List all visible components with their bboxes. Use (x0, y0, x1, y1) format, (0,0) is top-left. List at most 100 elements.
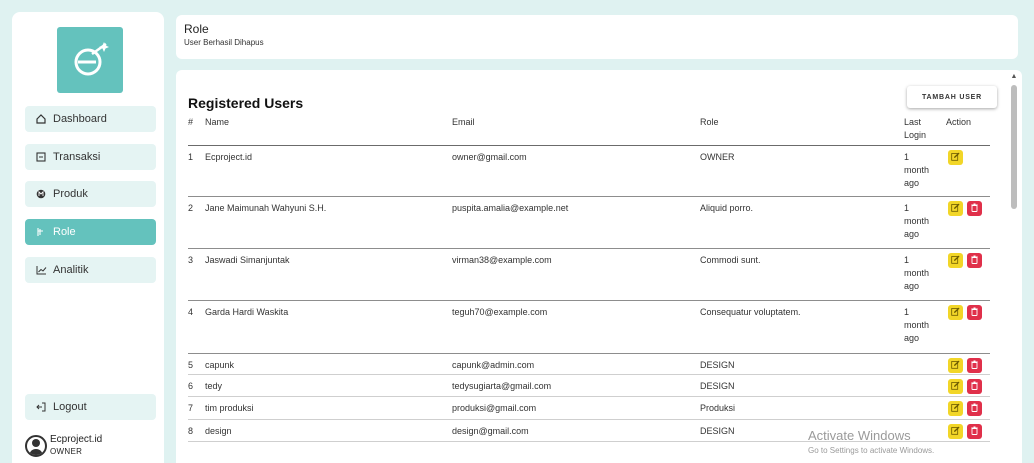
scrollbar-thumb[interactable] (1011, 85, 1017, 209)
sidebar-item-label: Transaksi (53, 151, 101, 163)
column-header-name: Name (205, 117, 230, 127)
logout-icon (34, 402, 48, 412)
email-cell: virman38@example.com (452, 255, 552, 265)
row-actions (948, 401, 982, 416)
email-cell: owner@gmail.com (452, 152, 527, 162)
table-row: 6 tedy tedysugiarta@gmail.com DESIGN (188, 375, 990, 397)
edit-button[interactable] (948, 401, 963, 416)
edit-icon (951, 152, 960, 163)
scroll-up-icon[interactable]: ▲ (1010, 73, 1018, 81)
edit-button[interactable] (948, 305, 963, 320)
role-cell: Consequatur voluptatem. (700, 307, 801, 317)
row-number: 1 (188, 152, 194, 162)
trash-icon (970, 360, 979, 371)
column-header-email: Email (452, 117, 475, 127)
column-header-action: Action (946, 117, 972, 127)
edit-button[interactable] (948, 379, 963, 394)
home-icon (34, 114, 48, 124)
sidebar-item-label: Role (53, 226, 76, 238)
sidebar-item-role[interactable]: Role (25, 219, 156, 245)
row-number: 8 (188, 426, 194, 436)
delete-button[interactable] (967, 305, 982, 320)
section-title: Registered Users (188, 95, 304, 111)
delete-button[interactable] (967, 358, 982, 373)
row-number: 6 (188, 381, 194, 391)
edit-icon (951, 403, 960, 414)
scrollbar[interactable]: ▲ (1010, 73, 1018, 463)
role-cell: DESIGN (700, 426, 735, 436)
edit-button[interactable] (948, 424, 963, 439)
email-cell: puspita.amalia@example.net (452, 203, 569, 213)
row-actions (948, 201, 982, 216)
row-number: 2 (188, 203, 194, 213)
sidebar-item-label: Analitik (53, 264, 89, 276)
edit-icon (951, 255, 960, 266)
edit-icon (951, 381, 960, 392)
logo-mark-icon (74, 42, 109, 76)
role-cell: OWNER (700, 152, 735, 162)
delete-button[interactable] (967, 424, 982, 439)
trash-icon (970, 426, 979, 437)
edit-icon (951, 203, 960, 214)
delete-button[interactable] (967, 201, 982, 216)
sidebar-item-analitik[interactable]: Analitik (25, 257, 156, 283)
sidebar-item-transaksi[interactable]: Transaksi (25, 144, 156, 170)
column-header-role: Role (700, 117, 719, 127)
role-cell: Produksi (700, 403, 736, 413)
edit-icon (951, 307, 960, 318)
role-cell: Commodi sunt. (700, 255, 761, 265)
edit-button[interactable] (948, 150, 963, 165)
last-login-cell: 1 month ago (904, 152, 930, 188)
last-login-cell: 1 month ago (904, 307, 930, 343)
row-number: 5 (188, 360, 194, 370)
user-name-cell: tim produksi (205, 403, 254, 413)
row-actions (948, 379, 982, 394)
sidebar-item-produk[interactable]: Produk (25, 181, 156, 207)
last-login-cell: 1 month ago (904, 203, 930, 239)
email-cell: capunk@admin.com (452, 360, 535, 370)
user-name-cell: Jane Maimunah Wahyuni S.H. (205, 203, 327, 213)
table-row: 5 capunk capunk@admin.com DESIGN (188, 354, 990, 375)
trash-icon (970, 403, 979, 414)
edit-button[interactable] (948, 358, 963, 373)
logout-label: Logout (53, 401, 87, 413)
row-actions (948, 424, 982, 439)
edit-button[interactable] (948, 201, 963, 216)
users-card: ▲ Registered Users TAMBAH USER # Name Em… (176, 70, 1022, 463)
row-actions (948, 150, 963, 165)
sidebar: Dashboard Transaksi Produk Role Analitik… (12, 12, 164, 463)
last-login-cell: 1 month ago (904, 255, 930, 291)
user-name-cell: Ecproject.id (205, 152, 253, 162)
email-cell: tedysugiarta@gmail.com (452, 381, 552, 391)
email-cell: produksi@gmail.com (452, 403, 537, 413)
app-logo[interactable] (57, 27, 123, 93)
delete-button[interactable] (967, 401, 982, 416)
role-icon (34, 227, 48, 237)
table-row: 3 Jaswadi Simanjuntak virman38@example.com… (188, 249, 990, 301)
sidebar-item-dashboard[interactable]: Dashboard (25, 106, 156, 132)
page-title: Role (184, 22, 209, 36)
add-user-button[interactable]: TAMBAH USER (907, 86, 997, 108)
user-role: OWNER (50, 447, 83, 456)
watermark-subtitle: Go to Settings to activate Windows. (808, 446, 935, 455)
flash-message: User Berhasil Dihapus (184, 38, 264, 47)
row-actions (948, 253, 982, 268)
role-cell: DESIGN (700, 360, 735, 370)
edit-icon (951, 360, 960, 371)
delete-button[interactable] (967, 253, 982, 268)
watermark-title: Activate Windows (808, 428, 911, 443)
activation-watermark: Activate Windows Go to Settings to activ… (808, 428, 934, 455)
row-number: 3 (188, 255, 194, 265)
trash-icon (970, 203, 979, 214)
sidebar-item-label: Dashboard (53, 113, 107, 125)
row-actions (948, 305, 982, 320)
user-name-cell: Garda Hardi Waskita (205, 307, 289, 317)
product-icon (34, 189, 48, 199)
role-cell: Aliquid porro. (700, 203, 754, 213)
column-header-num: # (188, 117, 194, 127)
edit-button[interactable] (948, 253, 963, 268)
user-profile[interactable]: Ecproject.id OWNER (25, 432, 156, 463)
edit-icon (951, 426, 960, 437)
delete-button[interactable] (967, 379, 982, 394)
logout-button[interactable]: Logout (25, 394, 156, 420)
